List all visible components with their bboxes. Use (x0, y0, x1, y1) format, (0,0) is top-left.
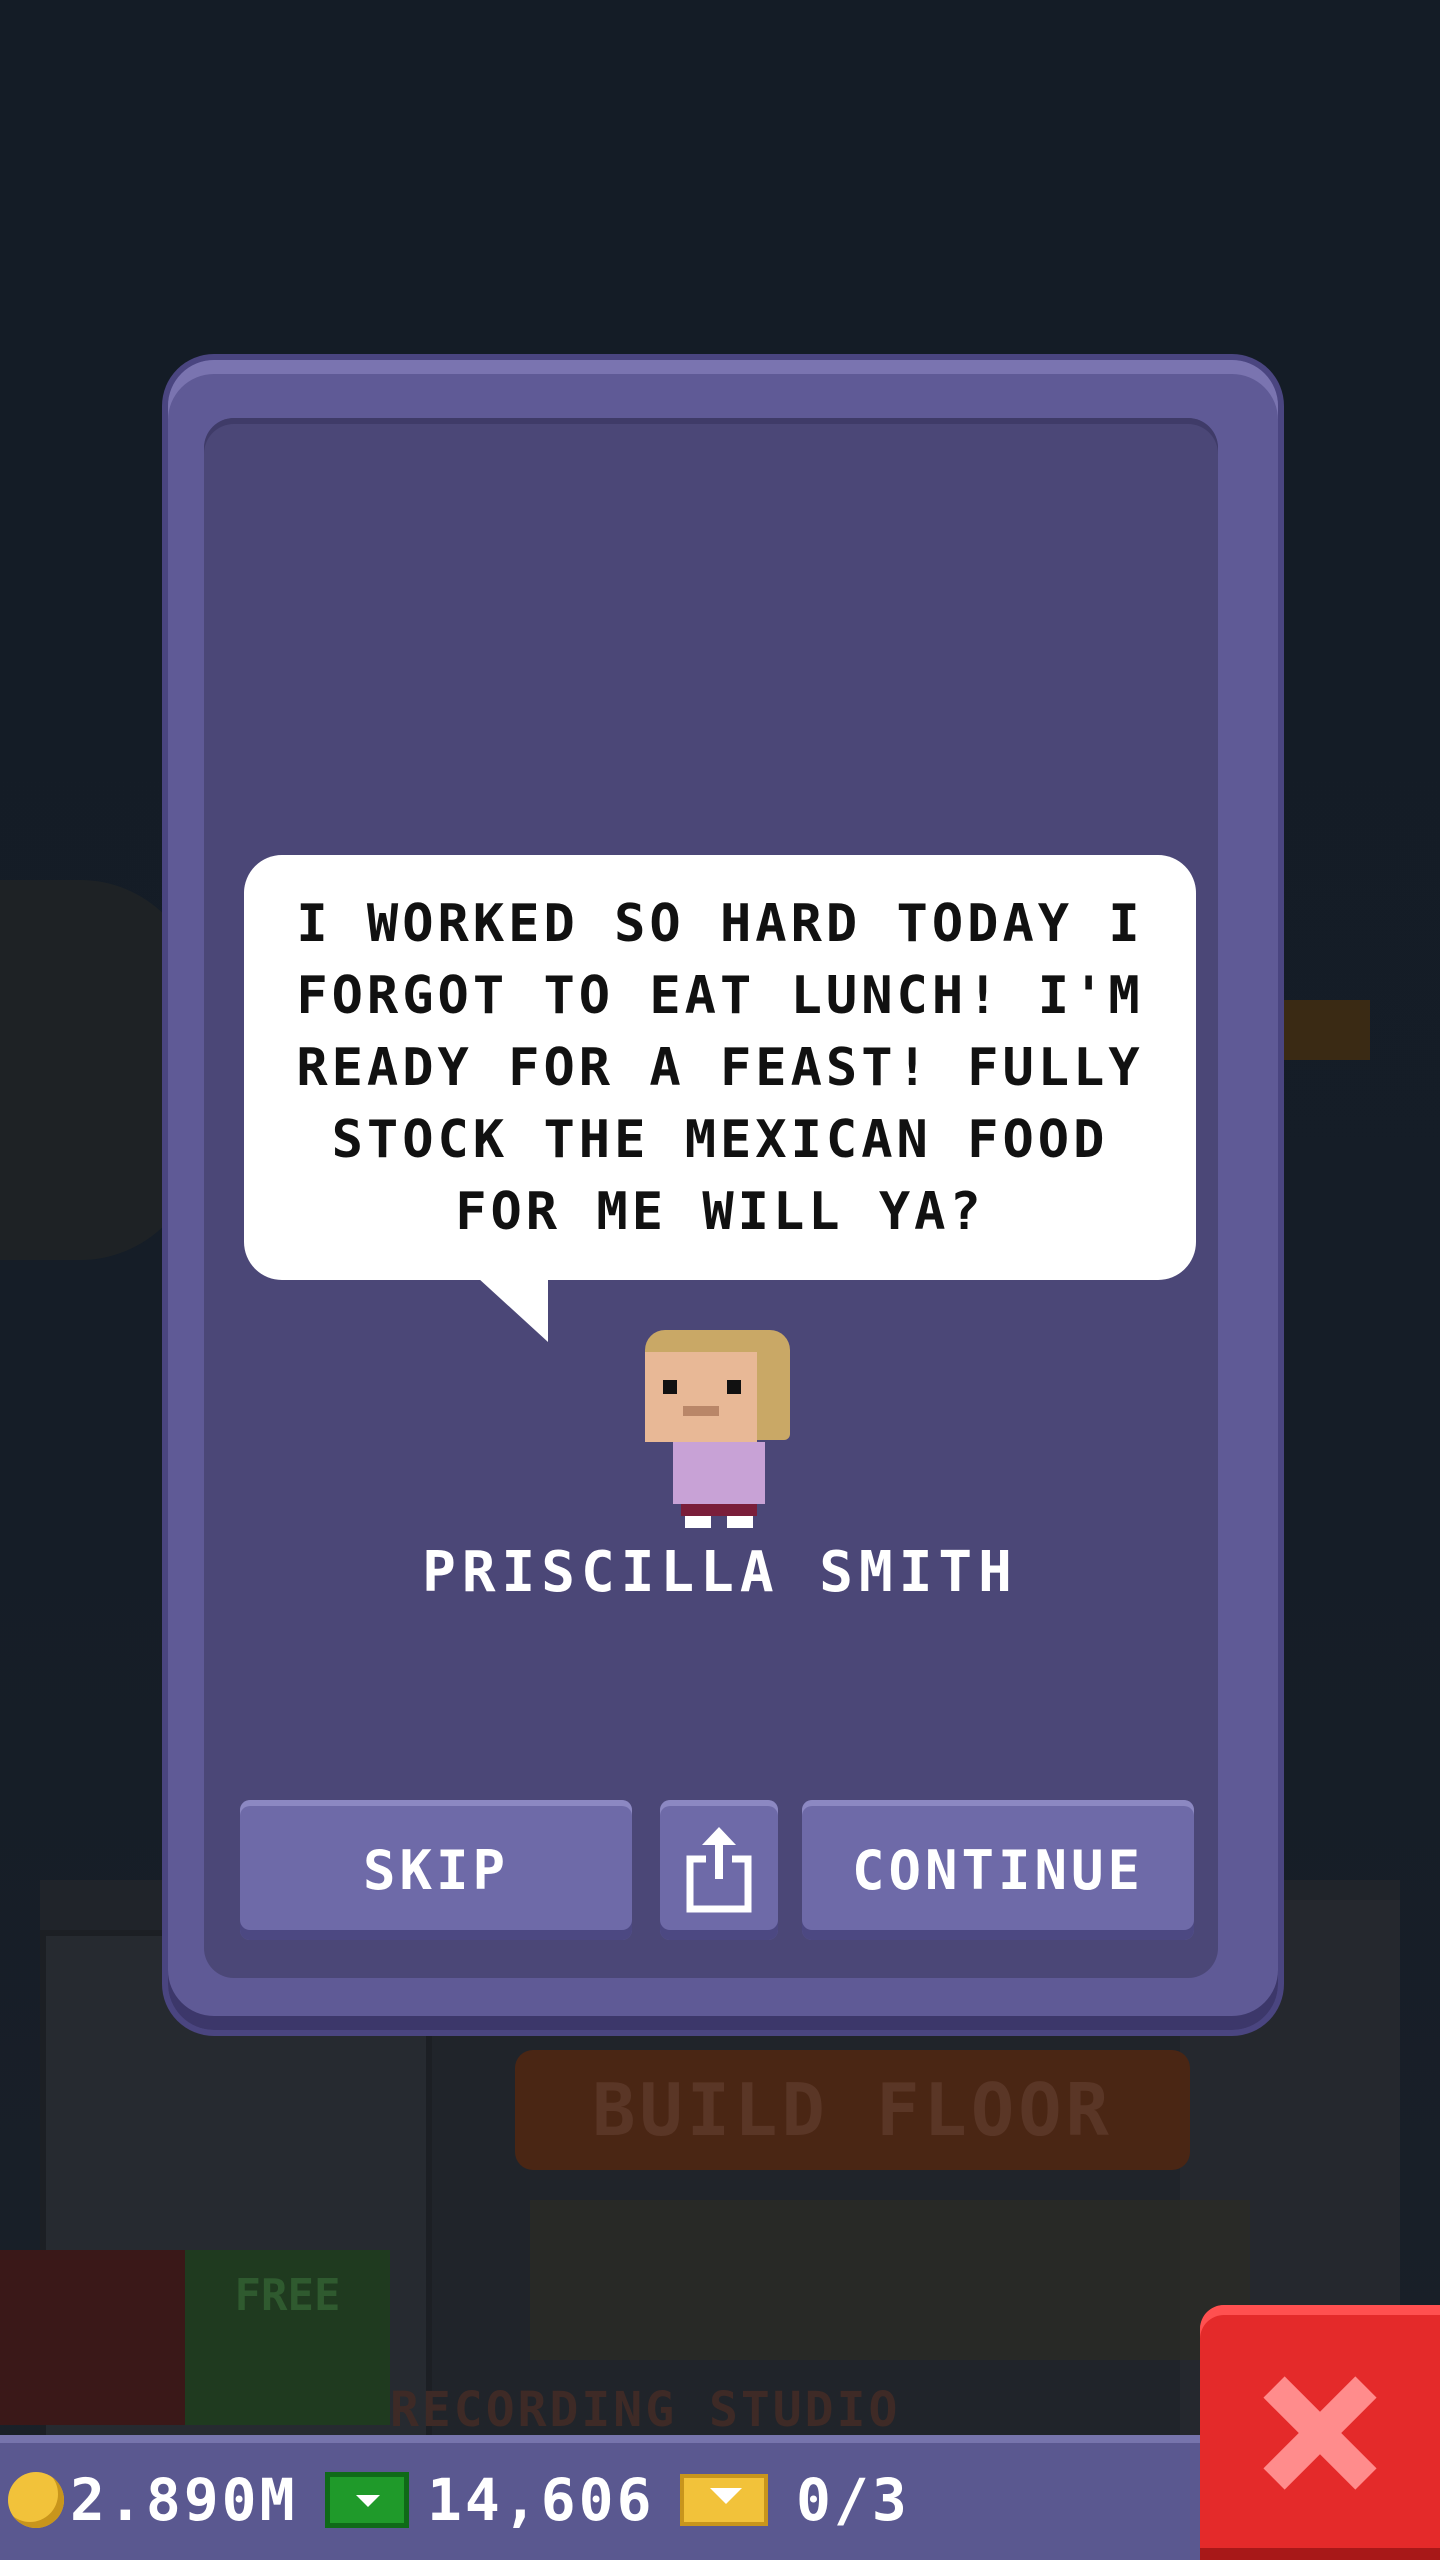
speech-bubble-tail (478, 1278, 548, 1342)
build-floor-button: BUILD FLOOR (515, 2050, 1190, 2170)
tickets-value: 0/3 (796, 2466, 910, 2534)
character-pants (681, 1504, 757, 1516)
character-shoe-left (685, 1516, 711, 1528)
character-mouth (683, 1406, 719, 1416)
character-face (645, 1352, 757, 1442)
character-shoe-right (727, 1516, 753, 1528)
cash-icon (325, 2472, 409, 2528)
speech-text: I WORKED SO HARD TODAY I FORGOT TO EAT L… (296, 893, 1144, 1242)
background-bird (1270, 1000, 1370, 1060)
character-name: PRISCILLA SMITH (422, 1540, 1018, 1605)
close-button[interactable] (1200, 2305, 1440, 2560)
share-button[interactable] (660, 1800, 778, 1940)
ticket-icon (680, 2474, 768, 2526)
share-icon (686, 1827, 752, 1913)
skip-button[interactable]: SKIP (240, 1800, 632, 1940)
coins-counter: 2.890M (8, 2455, 298, 2545)
elevator-control-button (0, 2250, 185, 2425)
cash-value: 14,606 (427, 2466, 655, 2534)
continue-button[interactable]: CONTINUE (802, 1800, 1194, 1940)
tickets-counter: 0/3 (680, 2455, 910, 2545)
background-construction-workers (530, 2200, 1250, 2360)
speech-bubble: I WORKED SO HARD TODAY I FORGOT TO EAT L… (244, 855, 1196, 1280)
coin-icon (8, 2472, 64, 2528)
cash-counter: 14,606 (325, 2455, 655, 2545)
character-eye-left (663, 1380, 677, 1394)
coins-value: 2.890M (70, 2466, 298, 2534)
close-icon (1265, 2378, 1375, 2488)
character-eye-right (727, 1380, 741, 1394)
character-shirt (673, 1442, 765, 1504)
free-button: FREE (185, 2250, 390, 2425)
character-sprite (645, 1330, 795, 1530)
